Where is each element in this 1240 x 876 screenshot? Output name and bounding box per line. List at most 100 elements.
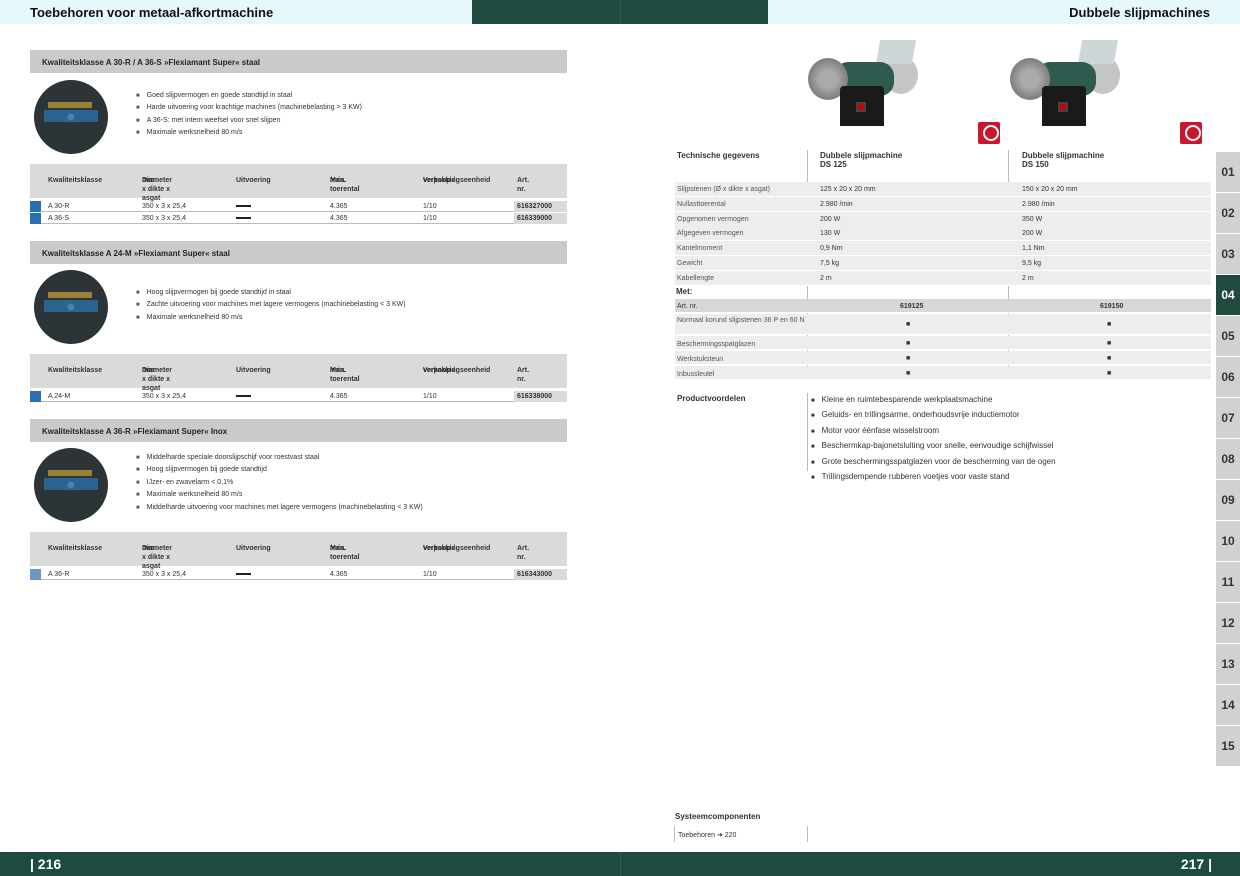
column-header-text: /min. (330, 177, 347, 184)
tab-chapter-02[interactable]: 02 (1216, 193, 1240, 233)
section-title: Kwaliteitsklasse A 36-R »Flexiamant Supe… (30, 419, 567, 442)
included-mark: ■ (1107, 340, 1112, 347)
column-header-text: Uitvoering (236, 545, 271, 552)
tab-chapter-15[interactable]: 15 (1216, 726, 1240, 766)
dash-icon (236, 395, 251, 397)
tab-chapter-09[interactable]: 09 (1216, 480, 1240, 520)
tab-chapter-05[interactable]: 05 (1216, 316, 1240, 356)
disc-label (48, 470, 92, 476)
column-header-text: verpakkingseenheid (423, 545, 491, 552)
tab-chapter-01[interactable]: 01 (1216, 152, 1240, 192)
left-page-title: Toebehoren voor metaal-afkortmachine (30, 4, 274, 20)
included-mark: ■ (906, 321, 911, 328)
color-swatch (30, 569, 41, 580)
tab-chapter-10[interactable]: 10 (1216, 521, 1240, 561)
accessory-name: Beschermingsspatglazen (677, 341, 756, 348)
disc-label (48, 102, 92, 108)
art-number-2: 619150 (1100, 303, 1124, 310)
column-header-text: mm (142, 177, 155, 184)
tech-cell: 0,9 Nm (820, 245, 843, 253)
table-header: Kwaliteitsklasse Diameter x dikte x asgat… (30, 164, 567, 202)
tech-cell: Kabellengte (677, 274, 714, 282)
tech-cell: Afgegeven vermogen (677, 230, 744, 238)
cell-toer: 4.365 (330, 215, 348, 222)
cell-dim: 350 x 3 x 25,4 (142, 571, 186, 578)
table-row: A 36-R 350 x 3 x 25,4 4.365 1/10 616343000 (30, 569, 567, 580)
productvoordelen-label: Productvoordelen (677, 394, 746, 403)
tab-chapter-07[interactable]: 07 (1216, 398, 1240, 438)
advantage-item: Beschermkap-bajonetsluiting voor snelle,… (811, 439, 1056, 454)
disc-label (44, 478, 98, 490)
met-header: Met: (675, 286, 1211, 298)
cell-klasse: A 36-R (48, 571, 70, 578)
tab-chapter-03[interactable]: 03 (1216, 234, 1240, 274)
article-number: 616327000 (514, 201, 567, 212)
tech-cell: Gewicht (677, 260, 703, 267)
column-header-text: Kwaliteitsklasse (48, 545, 103, 552)
model-2-code: DS 150 (1022, 160, 1049, 169)
tab-chapter-06[interactable]: 06 (1216, 357, 1240, 397)
column-header-text: verpakkingseenheid (423, 367, 491, 374)
tech-row: Afgegeven vermogen 130 W 200 W (675, 226, 1211, 242)
product-section: Kwaliteitsklasse A 36-R »Flexiamant Supe… (30, 419, 567, 581)
model-1-name: Dubbele slijpmachine (820, 151, 903, 160)
cell-verp: 1/10 (423, 393, 437, 400)
tech-cell: 200 W (1022, 230, 1043, 238)
cell-dim: 350 x 3 x 25,4 (142, 203, 186, 210)
tech-cell: Nullasttoerental (677, 200, 726, 208)
included-mark: ■ (1107, 355, 1112, 362)
accessory-name: Inbussleutel (677, 371, 715, 378)
disc-label (48, 292, 92, 298)
tech-row: Kantelmoment 0,9 Nm 1,1 Nm (675, 241, 1211, 257)
feature-item: Hoog slijpvermogen bij goede standtijd (136, 464, 423, 476)
feature-item: A 36-S: met intern weefsel voor snel sli… (136, 115, 362, 127)
model-1-code: DS 125 (820, 160, 847, 169)
column-header-text: Art. nr. (517, 545, 530, 561)
tech-header: Technische gegevens Dubbele slijpmachine… (675, 150, 1211, 182)
right-header: Dubbele slijpmachines (768, 0, 1240, 24)
included-mark: ■ (1107, 370, 1112, 377)
tech-row: Opgenomen vermogen 200 W 350 W (675, 211, 1211, 227)
section-title: Kwaliteitsklasse A 30-R / A 36-S »Flexia… (30, 50, 567, 73)
ds150-product-image (1010, 40, 1120, 130)
column-header-text: verpakkingseenheid (423, 177, 491, 184)
feature-item: Hoog slijpvermogen bij goede standtijd i… (136, 287, 406, 299)
tab-chapter-11[interactable]: 11 (1216, 562, 1240, 602)
tech-cell: 9,5 kg (1022, 260, 1042, 267)
tech-row: Kabellengte 2 m 2 m (675, 270, 1211, 286)
tech-row: Nullasttoerental 2.980 /min 2.980 /min (675, 196, 1211, 212)
arrow-right-icon: ➜ (716, 832, 723, 839)
product-section: Kwaliteitsklasse A 24-M »Flexiamant Supe… (30, 241, 567, 403)
column-header-text: mm (142, 367, 155, 374)
cell-toer: 4.365 (330, 203, 348, 210)
column-header-text: Uitvoering (236, 177, 271, 184)
feature-item: Middelharde uitvoering voor machines met… (136, 502, 423, 514)
tab-chapter-12[interactable]: 12 (1216, 603, 1240, 643)
cell-verp: 1/10 (423, 571, 437, 578)
systeem-link[interactable]: Toebehoren ➜ 220 (678, 831, 736, 839)
tab-chapter-14[interactable]: 14 (1216, 685, 1240, 725)
accessory-name: Normaal korund slijpstenen 36 P en 60 N (677, 317, 805, 324)
product-section: Kwaliteitsklasse A 30-R / A 36-S »Flexia… (30, 50, 567, 225)
tab-chapter-13[interactable]: 13 (1216, 644, 1240, 684)
tech-cell: Opgenomen vermogen (677, 215, 749, 223)
table-row: A 24-M 350 x 3 x 25,4 4.365 1/10 616338000 (30, 391, 567, 402)
cell-toer: 4.365 (330, 393, 348, 400)
advantage-item: Kleine en ruimtebesparende werkplaatsmac… (811, 393, 1056, 408)
tech-cell: 200 W (820, 215, 841, 223)
accessory-row: Werkstuksteun ■ ■ (675, 351, 1211, 365)
feature-item: Goed slijpvermogen en goede standtijd in… (136, 90, 362, 102)
tech-cell: Slijpstenen (Ø x dikte x asgat) (677, 186, 770, 193)
header-band (472, 0, 620, 24)
tech-cell: Kantelmoment (677, 245, 723, 253)
tech-cell: 2 m (820, 274, 832, 282)
dash-icon (236, 573, 251, 575)
feature-list: Goed slijpvermogen en goede standtijd in… (136, 90, 362, 140)
cell-klasse: A 36-S (48, 215, 70, 222)
tab-chapter-08[interactable]: 08 (1216, 439, 1240, 479)
tech-cell: 1,1 Nm (1022, 245, 1045, 253)
tech-cell: 2.980 /min (820, 200, 853, 208)
tab-chapter-04[interactable]: 04 (1216, 275, 1240, 315)
art-number-1: 619125 (900, 303, 924, 310)
right-page-title: Dubbele slijpmachines (1069, 4, 1210, 20)
